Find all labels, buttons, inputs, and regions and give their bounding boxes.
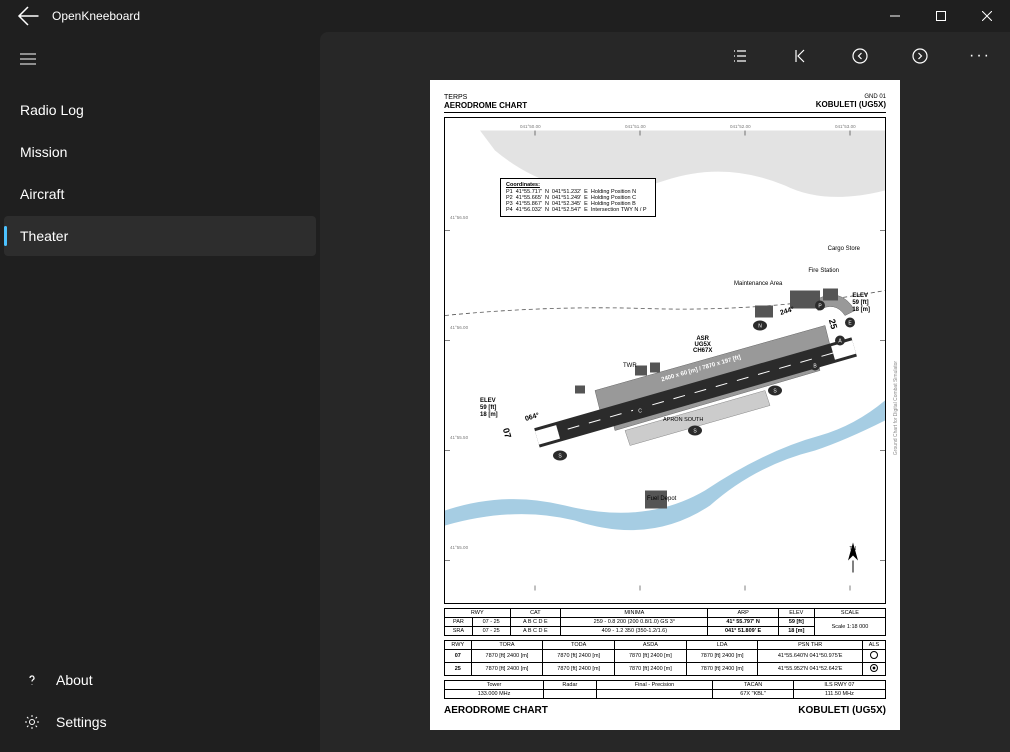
doc-side-text: Ground Chart for Digital Combat Simulato… <box>893 361 899 455</box>
info-table: RWY CAT MINIMA ARP ELEV SCALE PAR07 - 25… <box>444 608 886 636</box>
doc-footer-right: KOBULETI (UG5X) <box>798 705 886 716</box>
nav-about-label: About <box>56 672 93 688</box>
doc-footer-left: AERODROME CHART <box>444 705 548 716</box>
next-page-button[interactable] <box>910 46 930 66</box>
back-button[interactable] <box>16 4 40 28</box>
toolbar: ··· <box>320 32 1010 80</box>
label-apron: APRON SOUTH <box>663 417 703 423</box>
label-elev-w: ELEV59 [ft]18 [m] <box>480 398 498 420</box>
label-fuel: Fuel Depot <box>647 496 676 502</box>
document-page: TERPS AERODROME CHART GND 01 KOBULETI (U… <box>430 80 900 730</box>
label-elev-e: ELEV59 [ft]18 [m] <box>852 293 870 315</box>
more-button[interactable]: ··· <box>970 46 990 66</box>
coordinates-box: Coordinates: P141°55.717'N041°51.232'EHo… <box>500 178 656 217</box>
sidebar: Radio Log Mission Aircraft Theater About… <box>0 32 320 752</box>
nav-radio-log[interactable]: Radio Log <box>4 90 316 130</box>
label-ident: ASRUG5XCH67X <box>693 336 712 354</box>
titlebar: OpenKneeboard <box>0 0 1010 32</box>
nav-list: Radio Log Mission Aircraft Theater <box>0 88 320 258</box>
help-icon <box>24 672 40 688</box>
label-cargo: Cargo Store <box>828 246 860 252</box>
nav-aircraft[interactable]: Aircraft <box>4 174 316 214</box>
nav-settings[interactable]: Settings <box>4 702 316 742</box>
label-tn: TN <box>849 546 856 552</box>
minimize-button[interactable] <box>872 0 918 32</box>
freq-table: TowerRadarFinal - Precision TACANILS RWY… <box>444 680 886 699</box>
nav-theater[interactable]: Theater <box>4 216 316 256</box>
gear-icon <box>24 714 40 730</box>
label-maint: Maintenance Area <box>734 281 782 287</box>
label-fire: Fire Station <box>808 268 839 274</box>
prev-page-button[interactable] <box>850 46 870 66</box>
nav-settings-label: Settings <box>56 714 107 730</box>
svg-text:C: C <box>638 409 642 415</box>
nav-mission[interactable]: Mission <box>4 132 316 172</box>
svg-text:N: N <box>758 324 762 330</box>
runway-table: RWYTORATODA ASDALDAPSN THRALS 077870 [ft… <box>444 640 886 676</box>
coords-table: P141°55.717'N041°51.232'EHolding Positio… <box>506 189 650 213</box>
doc-chart-type: AERODROME CHART <box>444 101 527 110</box>
aerodrome-map: A B E P N C S S S <box>444 117 886 604</box>
label-twr: TWR <box>623 363 637 369</box>
nav-about[interactable]: About <box>4 660 316 700</box>
app-title: OpenKneeboard <box>52 9 872 23</box>
doc-terps: TERPS <box>444 94 527 101</box>
maximize-button[interactable] <box>918 0 964 32</box>
coords-title: Coordinates: <box>506 182 650 188</box>
hamburger-button[interactable] <box>0 40 320 80</box>
first-page-button[interactable] <box>790 46 810 66</box>
list-view-button[interactable] <box>730 46 750 66</box>
close-button[interactable] <box>964 0 1010 32</box>
doc-icao: KOBULETI (UG5X) <box>816 100 886 109</box>
main-panel: ··· TERPS AERODROME CHART GND 01 KOBULET… <box>320 32 1010 752</box>
